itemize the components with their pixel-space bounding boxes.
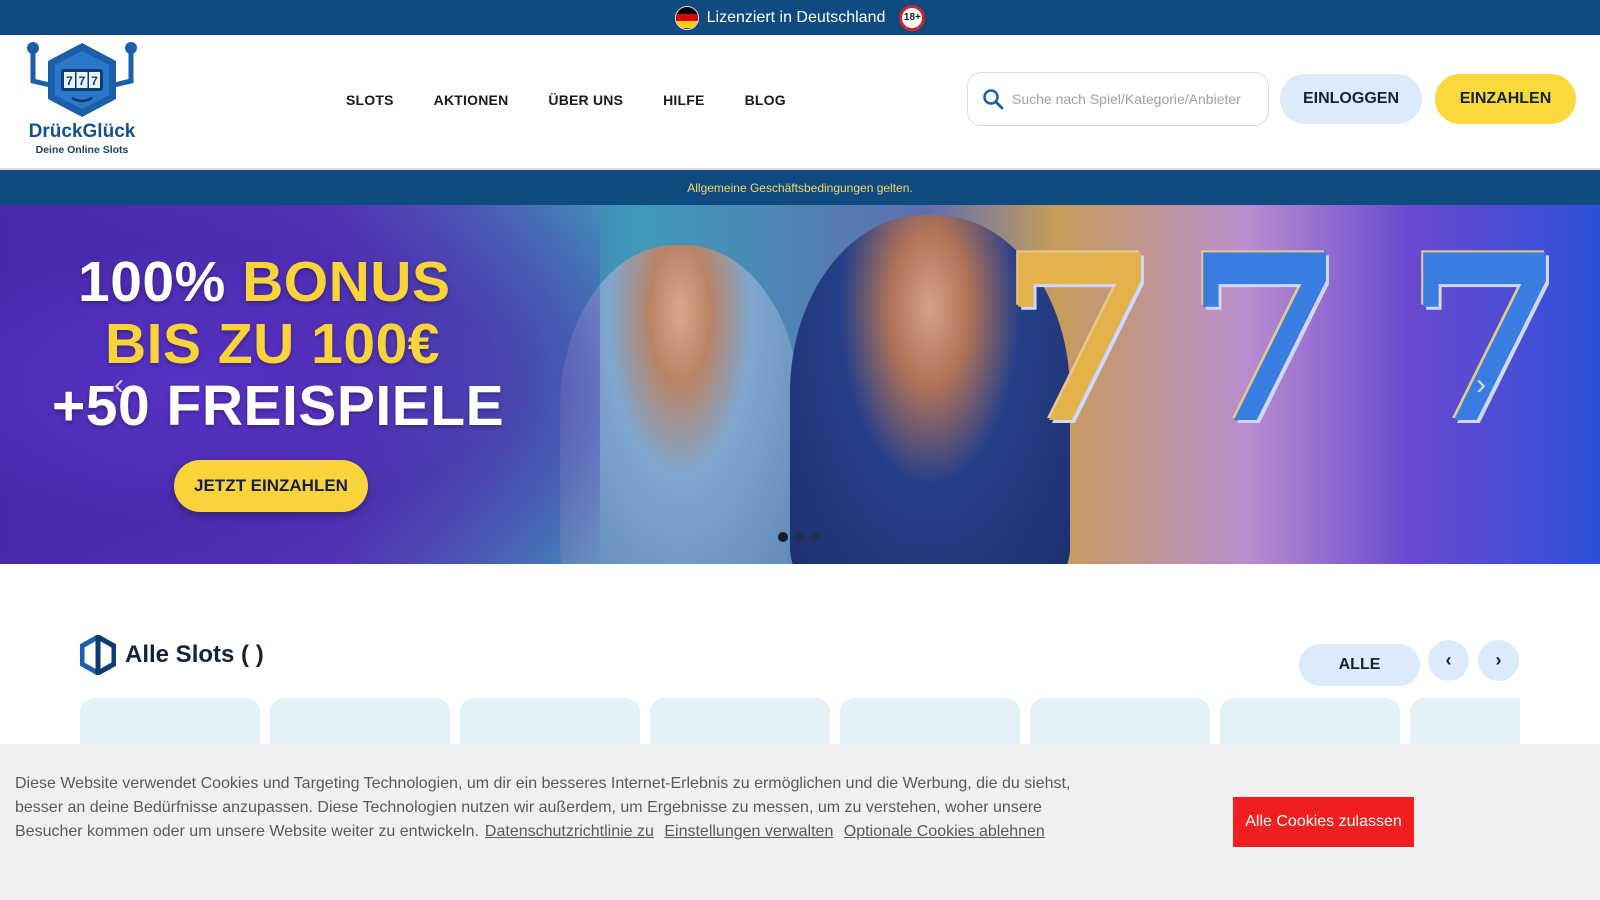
accept-all-cookies-button[interactable]: Alle Cookies zulassen — [1233, 797, 1414, 847]
hero-headline-percent: 100% — [78, 250, 226, 314]
logo-name: DrückGlück — [28, 121, 136, 142]
search-box[interactable] — [967, 72, 1269, 126]
carousel-dot-1[interactable] — [778, 532, 788, 542]
cookie-banner: Diese Website verwendet Cookies und Targ… — [0, 744, 1600, 900]
hero-headline-1: 100% BONUS — [78, 249, 451, 315]
carousel-dot-2[interactable] — [794, 532, 804, 542]
nav-hilfe[interactable]: HILFE — [663, 92, 704, 108]
chevron-left-icon: ‹ — [1445, 650, 1452, 670]
hero-cta-button[interactable]: JETZT EINZAHLEN — [174, 460, 368, 512]
slots-prev-button[interactable]: ‹ — [1428, 640, 1469, 681]
nav-ueber-uns[interactable]: ÜBER UNS — [548, 92, 623, 108]
carousel-dot-3[interactable] — [810, 532, 820, 542]
reject-optional-cookies-link[interactable]: Optionale Cookies ablehnen — [844, 823, 1045, 840]
deposit-button[interactable]: EINZAHLEN — [1435, 74, 1576, 124]
hero-headline-bonus: BONUS — [242, 250, 451, 314]
germany-flag-icon — [674, 5, 699, 30]
logo-reel-1: 7 — [66, 74, 73, 88]
slots-next-button[interactable]: › — [1478, 640, 1519, 681]
search-input[interactable] — [1012, 91, 1242, 107]
filter-all-button[interactable]: ALLE — [1299, 644, 1420, 686]
hero-headline-2: BIS ZU 100€ — [105, 312, 440, 376]
main-nav: SLOTS AKTIONEN ÜBER UNS HILFE BLOG — [346, 35, 786, 165]
manage-settings-link[interactable]: Einstellungen verwalten — [664, 823, 833, 840]
nav-aktionen[interactable]: AKTIONEN — [434, 92, 509, 108]
carousel-dots — [778, 532, 820, 542]
license-bar: Lizenziert in Deutschland 18+ — [0, 0, 1600, 35]
cookie-text-block: Diese Website verwendet Cookies und Targ… — [15, 772, 1075, 844]
hexagon-icon — [80, 635, 116, 675]
logo-tagline: Deine Online Slots — [35, 144, 129, 156]
privacy-policy-link[interactable]: Datenschutzrichtlinie zu — [485, 823, 654, 840]
logo[interactable]: 7 7 7 DrückGlück Deine Online Slots — [24, 41, 140, 165]
slot-seven-2: 7 — [1185, 205, 1346, 475]
hero-banner[interactable]: 7 7 7 100% BONUS BIS ZU 100€ +50 FREISPI… — [0, 205, 1600, 564]
login-button[interactable]: EINLOGGEN — [1280, 74, 1422, 124]
license-text: Lizenziert in Deutschland — [706, 8, 886, 26]
logo-reel-3: 7 — [91, 74, 98, 88]
nav-blog[interactable]: BLOG — [745, 92, 786, 108]
chevron-right-icon[interactable]: › — [1466, 365, 1496, 405]
chevron-left-icon[interactable]: ‹ — [104, 365, 134, 405]
terms-bar: Allgemeine Geschäftsbedingungen gelten. — [0, 170, 1600, 205]
logo-robot-icon: 7 7 7 — [27, 42, 137, 117]
age-restriction-badge: 18+ — [899, 4, 926, 31]
slot-seven-1: 7 — [1000, 205, 1161, 475]
chevron-right-icon: › — [1495, 650, 1502, 670]
nav-slots[interactable]: SLOTS — [346, 92, 394, 108]
slot-seven-3: 7 — [1405, 205, 1566, 475]
page: Lizenziert in Deutschland 18+ 7 7 7 Drüc… — [0, 0, 1600, 900]
logo-reel-2: 7 — [79, 74, 86, 88]
slots-section-header: Alle Slots ( ) — [80, 635, 264, 675]
slots-section-title: Alle Slots ( ) — [125, 641, 264, 668]
search-icon — [983, 89, 1004, 110]
site-header: 7 7 7 DrückGlück Deine Online Slots SLOT… — [0, 35, 1600, 170]
terms-text[interactable]: Allgemeine Geschäftsbedingungen gelten. — [687, 181, 913, 195]
